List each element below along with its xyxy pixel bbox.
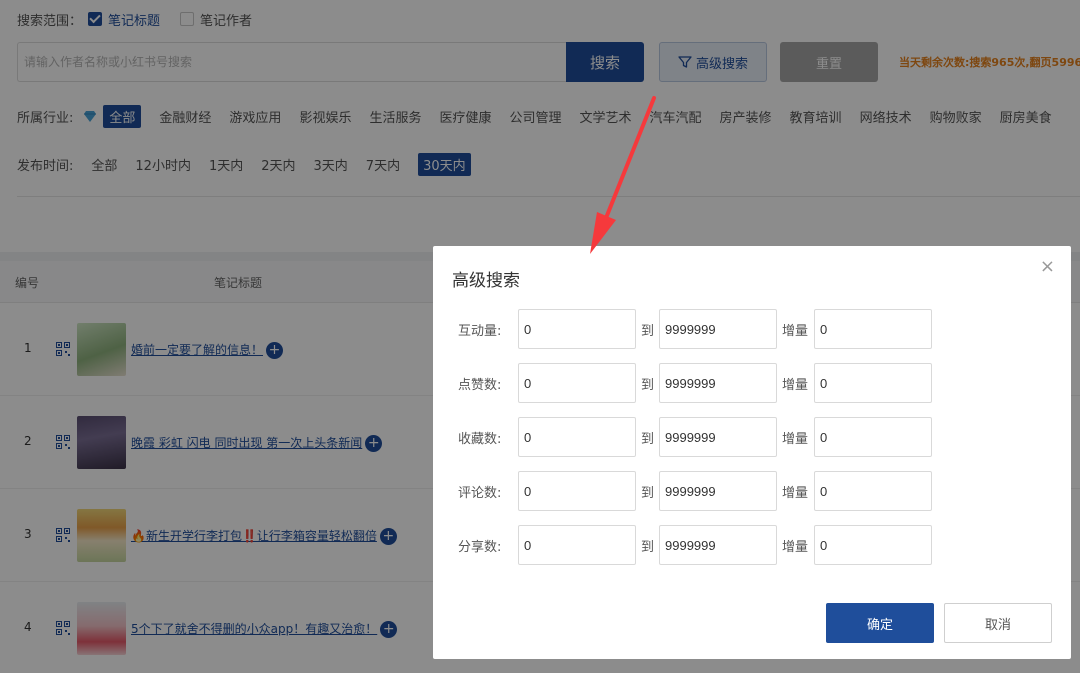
increment-label: 增量 bbox=[782, 486, 809, 501]
range-row-favorites: 收藏数: 到 增量 bbox=[433, 417, 1071, 457]
max-input[interactable] bbox=[659, 471, 777, 511]
max-input[interactable] bbox=[659, 309, 777, 349]
range-row-shares: 分享数: 到 增量 bbox=[433, 525, 1071, 565]
max-input[interactable] bbox=[659, 363, 777, 403]
to-label: 到 bbox=[641, 378, 655, 393]
range-label: 点赞数: bbox=[458, 378, 502, 393]
increment-input[interactable] bbox=[814, 525, 932, 565]
increment-label: 增量 bbox=[782, 432, 809, 447]
close-icon[interactable]: × bbox=[1040, 256, 1055, 277]
range-label: 分享数: bbox=[458, 540, 502, 555]
max-input[interactable] bbox=[659, 417, 777, 457]
range-label: 互动量: bbox=[458, 324, 502, 339]
increment-label: 增量 bbox=[782, 540, 809, 555]
advanced-search-dialog: 高级搜索 × 互动量: 到 增量 点赞数: 到 增量 收藏数: 到 增量 评论数… bbox=[433, 246, 1071, 659]
to-label: 到 bbox=[641, 486, 655, 501]
min-input[interactable] bbox=[518, 363, 636, 403]
increment-input[interactable] bbox=[814, 471, 932, 511]
range-label: 收藏数: bbox=[458, 432, 502, 447]
increment-label: 增量 bbox=[782, 378, 809, 393]
increment-input[interactable] bbox=[814, 309, 932, 349]
increment-input[interactable] bbox=[814, 363, 932, 403]
cancel-button[interactable]: 取消 bbox=[944, 603, 1052, 643]
min-input[interactable] bbox=[518, 417, 636, 457]
min-input[interactable] bbox=[518, 471, 636, 511]
min-input[interactable] bbox=[518, 525, 636, 565]
range-row-comments: 评论数: 到 增量 bbox=[433, 471, 1071, 511]
range-label: 评论数: bbox=[458, 486, 502, 501]
min-input[interactable] bbox=[518, 309, 636, 349]
to-label: 到 bbox=[641, 324, 655, 339]
increment-input[interactable] bbox=[814, 417, 932, 457]
range-row-interactions: 互动量: 到 增量 bbox=[433, 309, 1071, 349]
confirm-button[interactable]: 确定 bbox=[826, 603, 934, 643]
to-label: 到 bbox=[641, 540, 655, 555]
to-label: 到 bbox=[641, 432, 655, 447]
increment-label: 增量 bbox=[782, 324, 809, 339]
max-input[interactable] bbox=[659, 525, 777, 565]
range-row-likes: 点赞数: 到 增量 bbox=[433, 363, 1071, 403]
dialog-title: 高级搜索 bbox=[452, 271, 520, 291]
